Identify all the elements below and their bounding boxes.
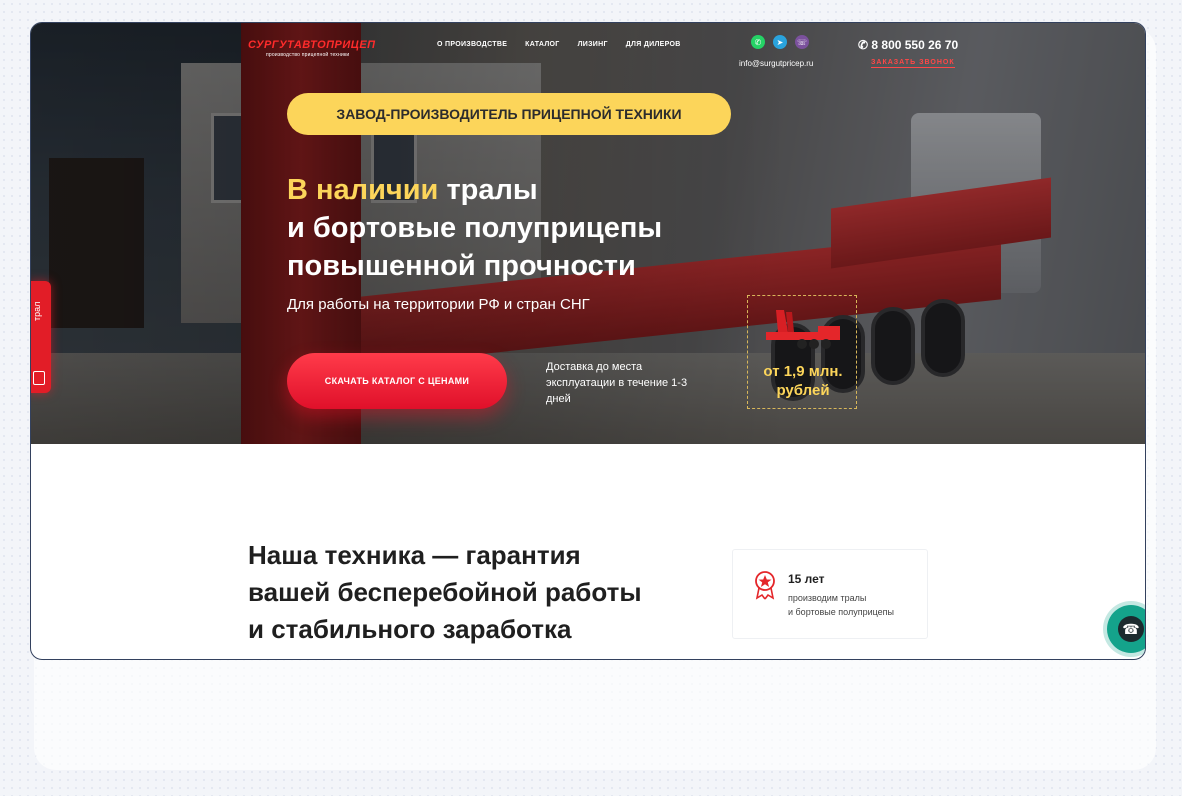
side-quiz-tab[interactable]: трал — [31, 281, 51, 393]
headline-accent: В наличии — [287, 174, 439, 206]
nav-item-dealers[interactable]: ДЛЯ ДИЛЕРОВ — [626, 41, 681, 48]
nav-item-leasing[interactable]: ЛИЗИНГ — [578, 41, 608, 48]
contact-phone[interactable]: ✆ 8 800 550 26 70 — [858, 38, 958, 52]
side-tab-label: трал — [32, 301, 42, 321]
call-widget-button[interactable]: ☎ — [1107, 605, 1145, 653]
section-title-bold3: и стабильного заработка — [248, 614, 572, 644]
hero-section: СУРГУТАВТОПРИЦЕП производство прицепной … — [31, 23, 1145, 444]
telegram-icon[interactable]: ➤ — [773, 35, 787, 49]
stat-desc-line1: производим тралы — [788, 593, 867, 603]
page-frame: СУРГУТАВТОПРИЦЕП производство прицепной … — [30, 22, 1146, 660]
price-value: от 1,9 млн. рублей — [763, 363, 843, 399]
callback-link[interactable]: ЗАКАЗАТЬ ЗВОНОК — [871, 59, 955, 68]
nav-item-production[interactable]: О ПРОИЗВОДСТВЕ — [437, 41, 507, 48]
brand-logo[interactable]: СУРГУТАВТОПРИЦЕП производство прицепной … — [248, 39, 376, 58]
phone-number: 8 800 550 26 70 — [871, 38, 959, 52]
headline-rest: тралы — [438, 174, 538, 206]
headline-line2: и бортовые полуприцепы — [287, 212, 663, 244]
whatsapp-icon[interactable]: ✆ — [751, 35, 765, 49]
section-title-plain: Наша техника — [248, 540, 426, 570]
trailer-thumbnail-icon — [766, 310, 840, 349]
section-title: Наша техника — гарантия вашей бесперебой… — [248, 537, 642, 648]
stat-value: 15 лет — [788, 572, 825, 586]
section-title-bold2: вашей бесперебойной работы — [248, 577, 642, 607]
viber-icon[interactable]: ☏ — [795, 35, 809, 49]
nav-item-catalog[interactable]: КАТАЛОГ — [525, 41, 559, 48]
hero-headline: В наличии тралы и бортовые полуприцепы п… — [287, 171, 662, 285]
social-links: ✆ ➤ ☏ — [751, 35, 809, 49]
contact-email[interactable]: info@surgutpricep.ru — [739, 59, 813, 68]
brand-name: СУРГУТАВТОПРИЦЕП — [248, 39, 376, 51]
price-card: от 1,9 млн. рублей — [747, 295, 857, 409]
document-icon — [33, 371, 45, 385]
section-title-bold1: — гарантия — [425, 540, 581, 570]
stat-card: 15 лет производим тралы и бортовые полуп… — [732, 549, 928, 639]
phone-icon: ✆ — [858, 38, 872, 52]
telephone-icon: ☎ — [1118, 616, 1144, 642]
stat-desc-line2: и бортовые полуприцепы — [788, 607, 895, 617]
award-medal-icon — [755, 571, 775, 600]
hero-subline: Для работы на территории РФ и стран СНГ — [287, 296, 590, 313]
hero-badge: ЗАВОД-ПРОИЗВОДИТЕЛЬ ПРИЦЕПНОЙ ТЕХНИКИ — [287, 93, 731, 135]
brand-tagline: производство прицепной техники — [266, 52, 350, 58]
main-nav: О ПРОИЗВОДСТВЕ КАТАЛОГ ЛИЗИНГ ДЛЯ ДИЛЕРО… — [437, 41, 681, 48]
delivery-note: Доставка до места эксплуатации в течение… — [546, 361, 688, 405]
headline-line3: повышенной прочности — [287, 250, 636, 282]
download-catalog-button[interactable]: СКАЧАТЬ КАТАЛОГ С ЦЕНАМИ — [287, 353, 507, 409]
stat-description: производим тралы и бортовые полуприцепы — [788, 591, 894, 619]
